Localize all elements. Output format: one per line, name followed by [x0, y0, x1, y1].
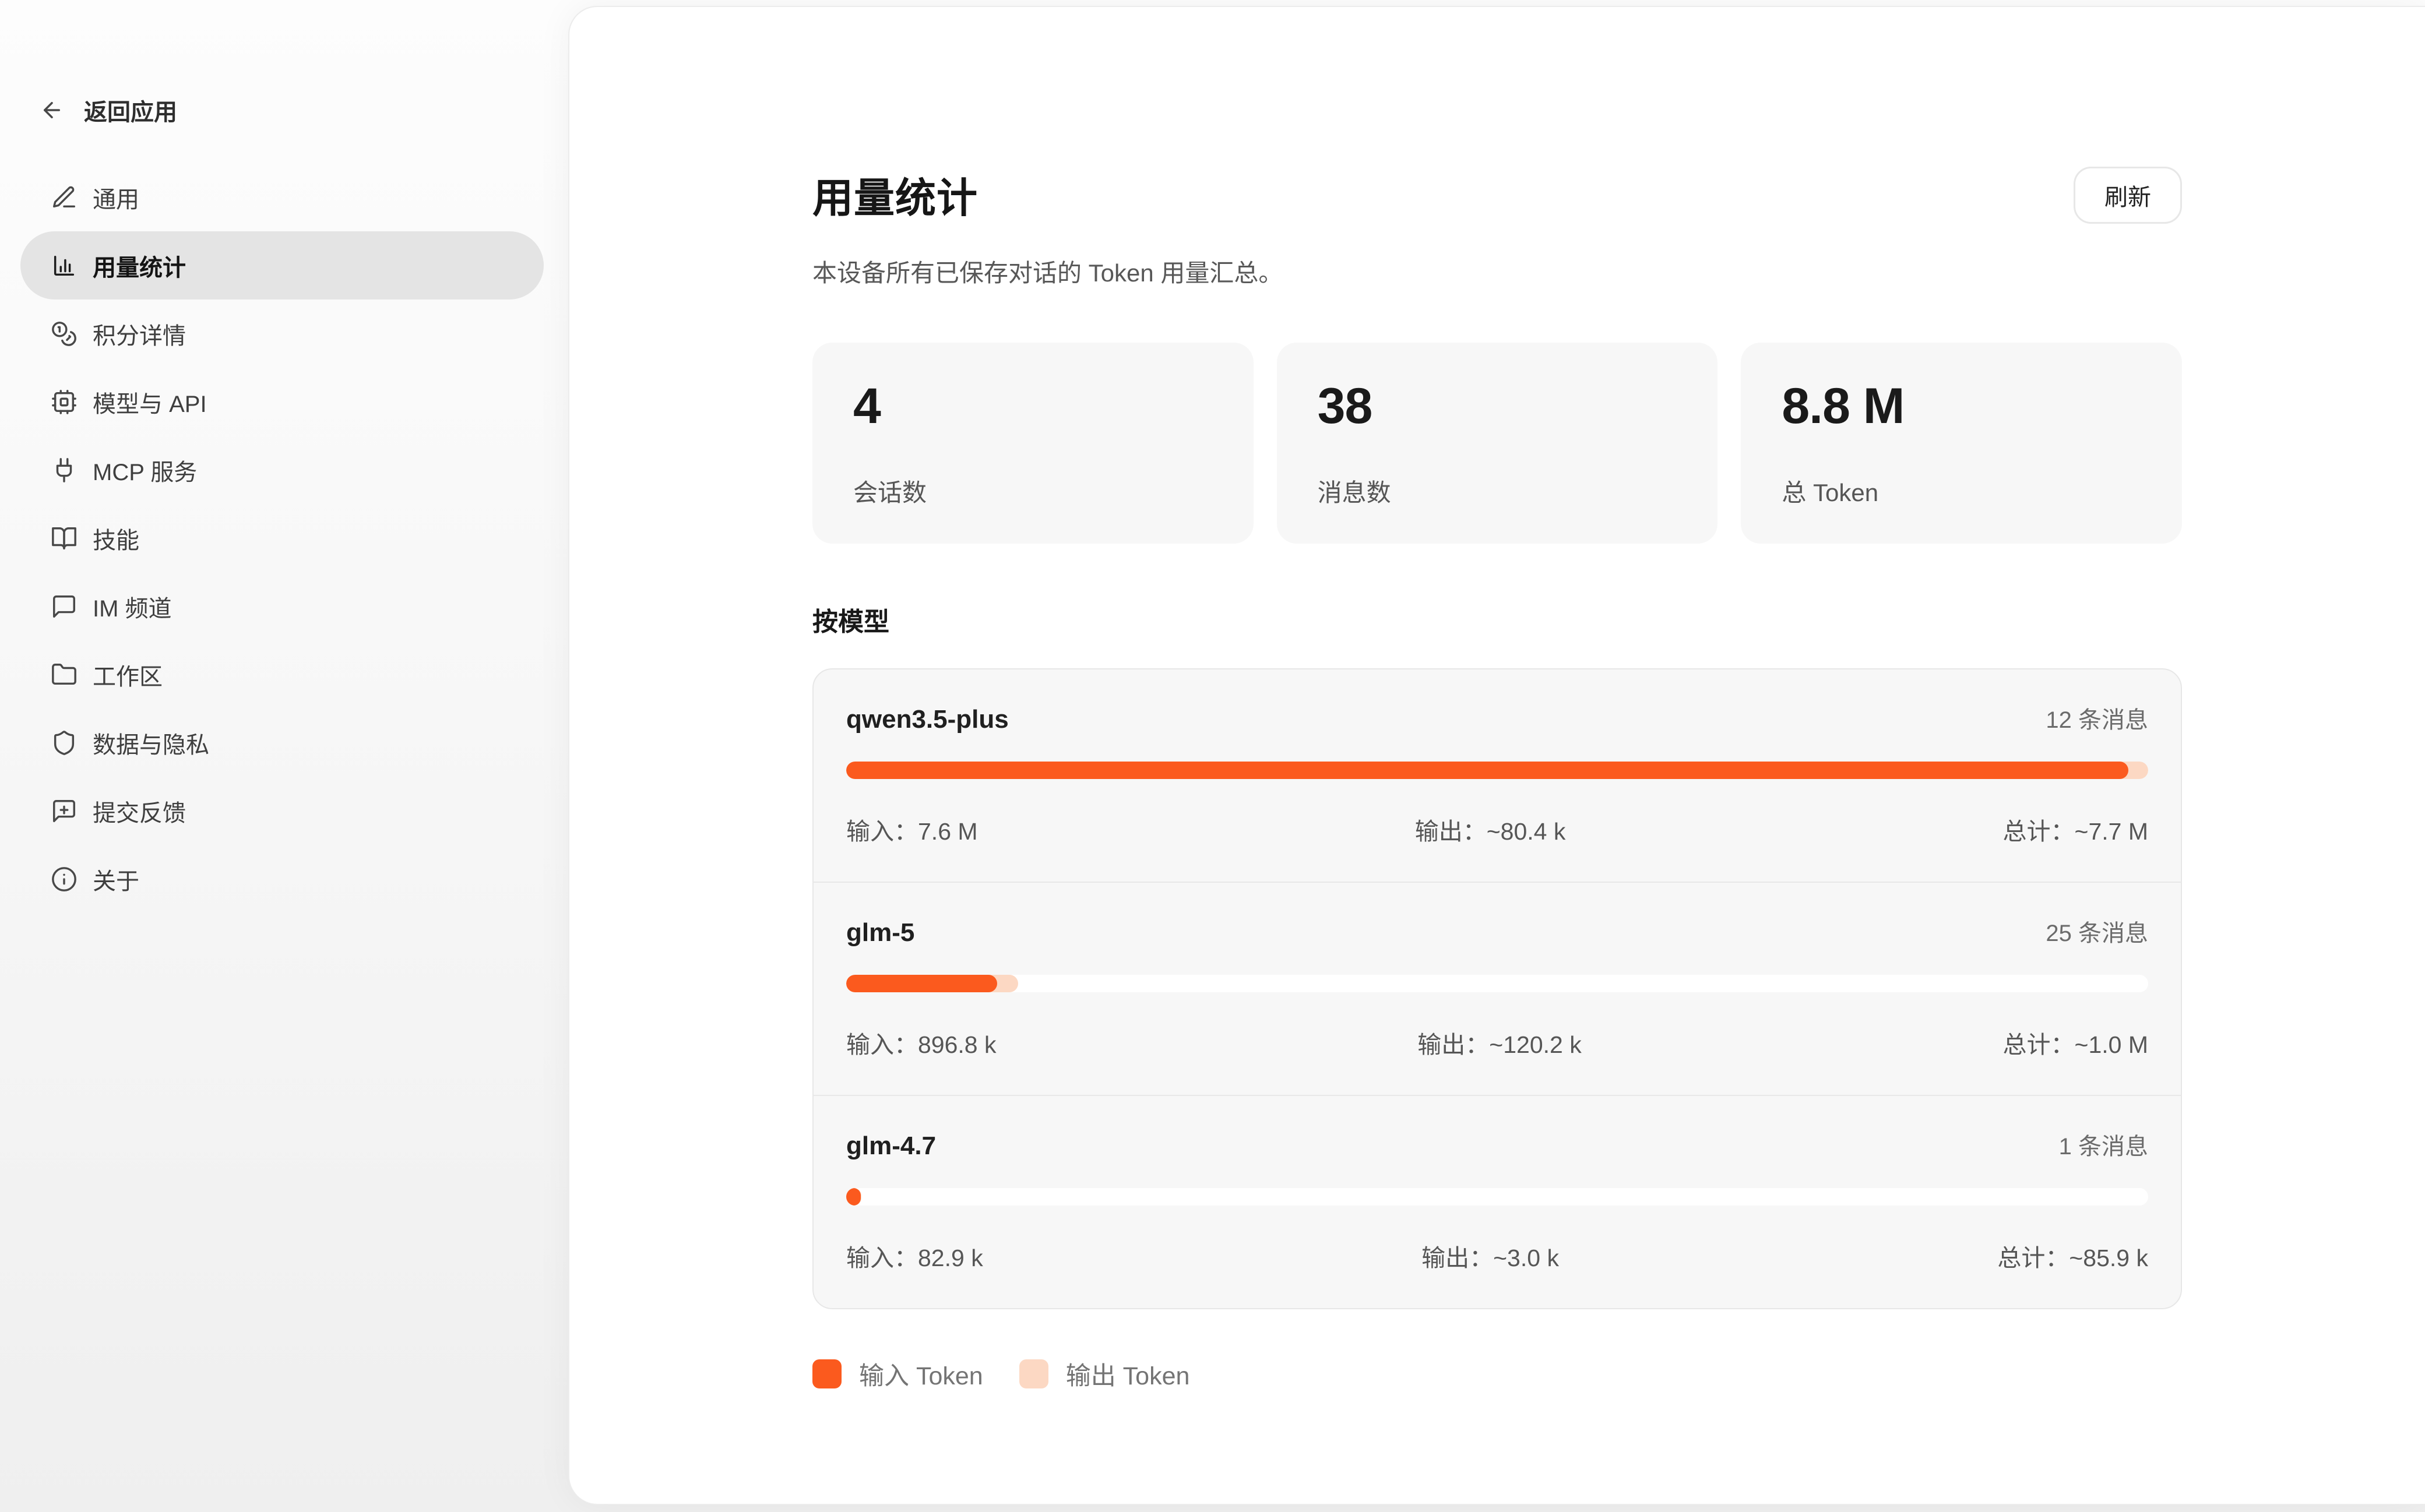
coins-icon: [51, 320, 78, 347]
sidebar-item-general[interactable]: 通用: [20, 163, 544, 231]
page-title: 用量统计: [812, 165, 978, 224]
sidebar-item-label: 提交反馈: [93, 794, 186, 828]
model-message-count: 25 条消息: [2046, 914, 2148, 948]
output-token-swatch: [1019, 1359, 1048, 1388]
input-stat: 输入：896.8 k: [846, 1025, 997, 1060]
total-token-card: 8.8 M 总 Token: [1741, 343, 2182, 544]
total-token-value: 8.8 M: [1782, 378, 2141, 435]
sidebar-item-label: IM 频道: [93, 590, 172, 623]
messages-card: 38 消息数: [1277, 343, 1718, 544]
sessions-value: 4: [853, 378, 1213, 435]
input-token-segment: [846, 762, 2128, 779]
total-stat: 总计：~85.9 k: [1997, 1238, 2148, 1273]
input-token-swatch: [812, 1359, 842, 1388]
output-stat: 输出：~80.4 k: [1415, 812, 1566, 847]
output-stat: 输出：~120.2 k: [1417, 1025, 1581, 1060]
input-stat: 输入：7.6 M: [846, 812, 978, 847]
summary-cards: 4 会话数 38 消息数 8.8 M 总 Token: [812, 343, 2182, 544]
total-token-label: 总 Token: [1782, 473, 2141, 509]
token-usage-bar: [846, 762, 2148, 779]
refresh-button[interactable]: 刷新: [2074, 167, 2182, 224]
sidebar-item-label: 数据与隐私: [93, 726, 209, 760]
folder-icon: [51, 661, 78, 688]
sidebar-item-mcp[interactable]: MCP 服务: [20, 436, 544, 504]
sidebar-item-label: 技能: [93, 521, 139, 555]
legend-label: 输入 Token: [859, 1356, 983, 1392]
sidebar-item-workspace[interactable]: 工作区: [20, 640, 544, 709]
token-legend: 输入 Token 输出 Token: [812, 1356, 2182, 1392]
back-label: 返回应用: [84, 93, 177, 127]
sidebar-item-label: MCP 服务: [93, 453, 197, 487]
sidebar-item-label: 模型与 API: [93, 385, 207, 419]
sidebar-item-data-privacy[interactable]: 数据与隐私: [20, 709, 544, 777]
sidebar-item-models-api[interactable]: 模型与 API: [20, 368, 544, 436]
model-name: glm-4.7: [846, 1132, 936, 1161]
legend-input-token: 输入 Token: [812, 1356, 983, 1392]
sidebar-item-label: 工作区: [93, 658, 163, 692]
messages-value: 38: [1318, 378, 1677, 435]
sessions-card: 4 会话数: [812, 343, 1254, 544]
sidebar-item-feedback[interactable]: 提交反馈: [20, 777, 544, 845]
output-stat: 输出：~3.0 k: [1421, 1238, 1559, 1273]
pencil-icon: [51, 184, 78, 211]
model-message-count: 12 条消息: [2046, 701, 2148, 735]
model-row: qwen3.5-plus 12 条消息 输入：7.6 M 输出：~80.4 k …: [814, 669, 2181, 882]
cpu-icon: [51, 389, 78, 415]
plug-icon: [51, 457, 78, 484]
input-token-segment: [846, 975, 997, 992]
token-usage-bar: [846, 1188, 2148, 1206]
token-usage-bar: [846, 975, 2148, 992]
sidebar-nav: 通用 用量统计 积分详情 模型与 API MCP 服务: [20, 163, 544, 913]
model-name: glm-5: [846, 918, 914, 947]
legend-label: 输出 Token: [1066, 1356, 1190, 1392]
arrow-left-icon: [40, 98, 64, 122]
feedback-icon: [51, 798, 78, 824]
sidebar-item-label: 积分详情: [93, 317, 186, 351]
sidebar-item-label: 用量统计: [93, 249, 186, 283]
messages-label: 消息数: [1318, 473, 1677, 509]
book-open-icon: [51, 525, 78, 552]
sidebar-item-label: 通用: [93, 181, 139, 214]
info-icon: [51, 866, 78, 893]
by-model-heading: 按模型: [812, 601, 2182, 638]
model-message-count: 1 条消息: [2059, 1127, 2148, 1161]
total-stat: 总计：~7.7 M: [2003, 812, 2148, 847]
input-stat: 输入：82.9 k: [846, 1238, 983, 1273]
sidebar-item-skills[interactable]: 技能: [20, 504, 544, 572]
legend-output-token: 输出 Token: [1019, 1356, 1190, 1392]
sidebar-item-credits[interactable]: 积分详情: [20, 299, 544, 368]
page-subtitle: 本设备所有已保存对话的 Token 用量汇总。: [812, 253, 2182, 289]
sidebar-item-label: 关于: [93, 862, 139, 896]
sidebar-item-about[interactable]: 关于: [20, 845, 544, 913]
shield-icon: [51, 729, 78, 756]
model-name: qwen3.5-plus: [846, 705, 1009, 734]
back-to-app-button[interactable]: 返回应用: [20, 92, 544, 128]
input-token-segment: [846, 1188, 861, 1206]
sidebar-item-usage-stats[interactable]: 用量统计: [20, 231, 544, 299]
chat-bubble-icon: [51, 593, 78, 620]
settings-sidebar: 返回应用 通用 用量统计 积分详情 模型与 API: [0, 0, 568, 1512]
main-panel: 用量统计 刷新 本设备所有已保存对话的 Token 用量汇总。 4 会话数 38…: [568, 6, 2425, 1505]
bar-chart-icon: [51, 252, 78, 279]
sidebar-item-im-channels[interactable]: IM 频道: [20, 572, 544, 640]
model-usage-list: qwen3.5-plus 12 条消息 输入：7.6 M 输出：~80.4 k …: [812, 668, 2182, 1309]
sessions-label: 会话数: [853, 473, 1213, 509]
total-stat: 总计：~1.0 M: [2003, 1025, 2148, 1060]
model-row: glm-5 25 条消息 输入：896.8 k 输出：~120.2 k 总计：~…: [814, 882, 2181, 1095]
model-row: glm-4.7 1 条消息 输入：82.9 k 输出：~3.0 k 总计：~85…: [814, 1095, 2181, 1308]
